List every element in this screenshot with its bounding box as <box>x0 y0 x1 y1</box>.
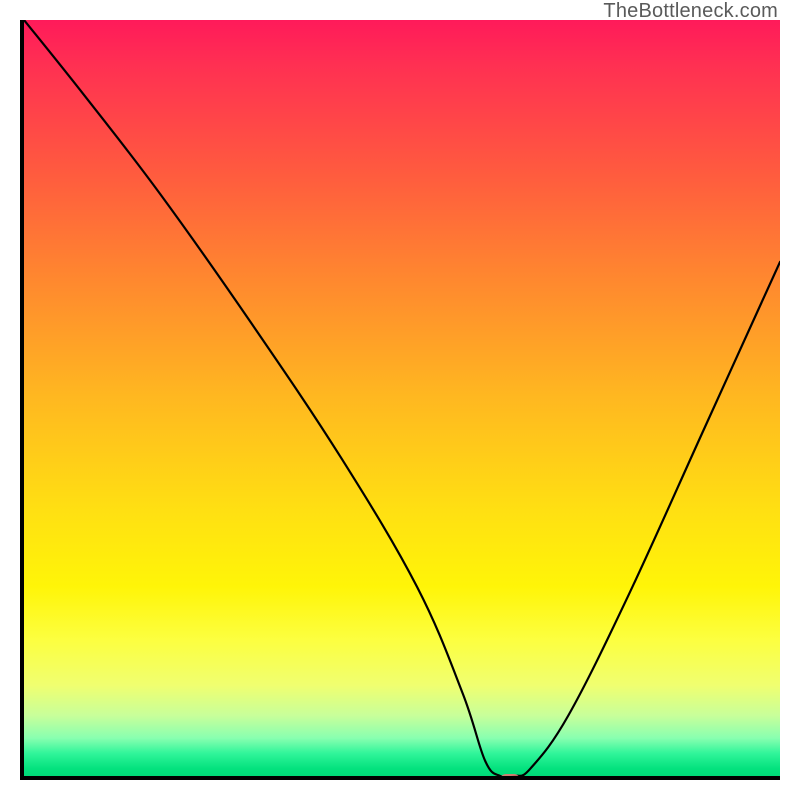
line-plot-svg <box>24 20 780 776</box>
bottleneck-curve <box>24 20 780 776</box>
highlight-marker <box>500 774 520 780</box>
chart-container: TheBottleneck.com <box>0 0 800 800</box>
plot-area <box>20 20 780 780</box>
